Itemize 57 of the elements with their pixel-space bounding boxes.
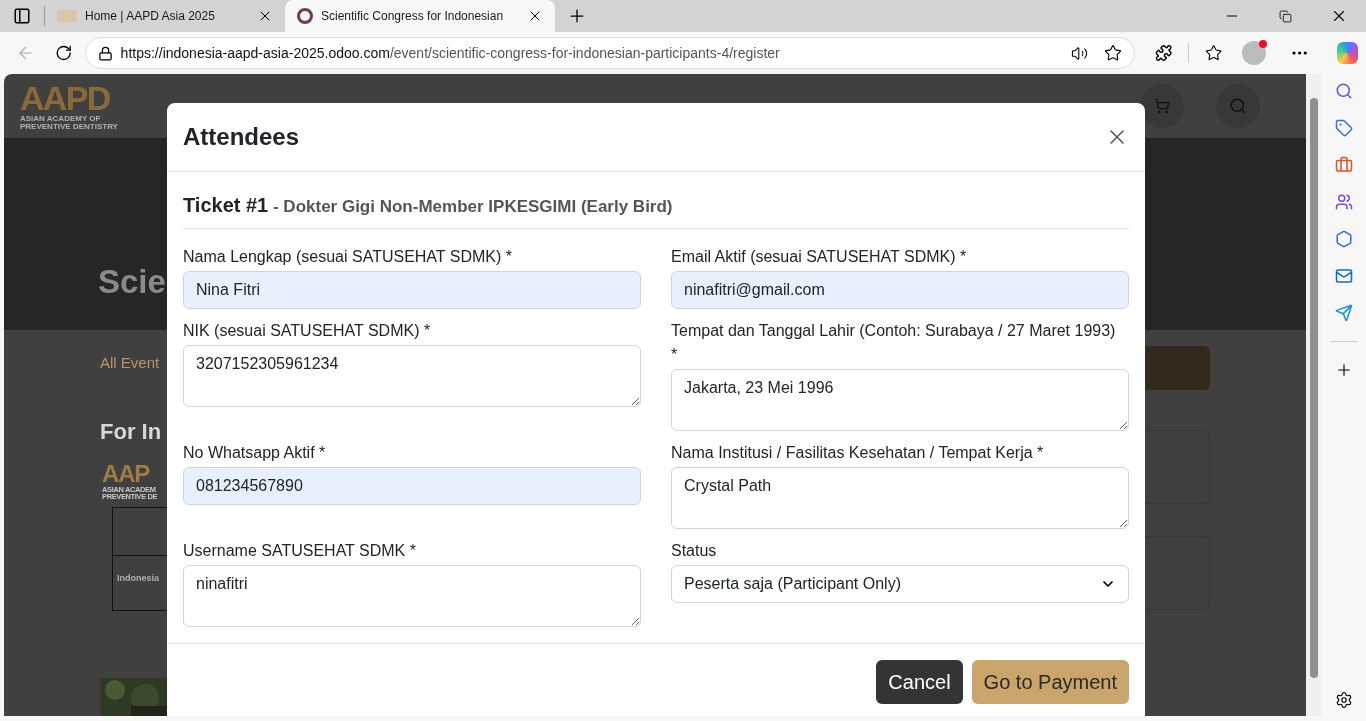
profile-avatar[interactable] (1242, 41, 1266, 65)
site-icon (297, 8, 313, 24)
tag-icon[interactable] (1335, 119, 1353, 137)
reload-icon[interactable] (55, 44, 73, 62)
section-heading: For In (100, 418, 162, 444)
input-field[interactable]: ninafitri@gmail.com (671, 271, 1129, 309)
text-area[interactable]: Crystal Path (671, 467, 1129, 529)
scrollbar-thumb[interactable] (1310, 98, 1318, 678)
mail-icon[interactable] (1335, 267, 1353, 285)
field-label: No Whatsapp Aktif * (183, 443, 327, 463)
cancel-button[interactable]: Cancel (876, 660, 963, 704)
modal-title: Attendees (183, 122, 300, 152)
field-label: * (671, 345, 679, 365)
copilot-icon[interactable] (1336, 42, 1358, 64)
hexagon-icon[interactable] (1335, 230, 1353, 248)
favorites-icon[interactable] (1205, 44, 1223, 62)
tab-actions-icon[interactable] (13, 7, 31, 25)
search-icon[interactable] (1335, 82, 1353, 100)
field-label: Status (671, 541, 718, 561)
poster-logo: AAP (102, 461, 150, 486)
payment-button[interactable]: Go to Payment (971, 660, 1129, 704)
select-field[interactable]: Peserta saja (Participant Only) (671, 565, 1129, 603)
text-area[interactable]: 3207152305961234 (183, 345, 641, 407)
field-label: Nama Institusi / Fasilitas Kesehatan / Tempat Kerja * (671, 443, 1045, 463)
cart-icon (1154, 98, 1170, 114)
breadcrumb-link[interactable]: All Event (100, 352, 160, 375)
tab-title: Scientific Congress for Indonesian (321, 8, 505, 25)
hero-title: Scie (98, 261, 166, 302)
extensions-icon[interactable] (1154, 44, 1173, 62)
field-label: NIK (sesuai SATUSEHAT SDMK) * (183, 321, 432, 341)
restore-icon[interactable] (1279, 9, 1292, 23)
ticket-heading: Ticket #1 - Dokter Gigi Non-Member IPKESGIMI (Early Bird) (183, 194, 673, 216)
site-logo[interactable]: AAPD ASIAN ACADEMY OF PREVENTIVE DENTISTRY (20, 81, 130, 131)
site-icon (57, 10, 77, 22)
input-field[interactable]: Nina Fitri (183, 271, 641, 309)
browser-tab[interactable]: Scientific Congress for Indonesian (285, 0, 555, 32)
address-bar[interactable]: https://indonesia-aapd-asia-2025.odoo.com/event/scientific-congress-for-indonesian-participants-4/register (84, 37, 1135, 69)
lock-icon (97, 45, 113, 61)
briefcase-icon[interactable] (1335, 156, 1353, 174)
read-aloud-icon[interactable] (1070, 44, 1088, 62)
search-icon (1229, 97, 1247, 115)
url-text: https://indonesia-aapd-asia-2025.odoo.com/event/scientific-congress-for-indonesian-participants-4/register (120, 43, 781, 63)
text-area[interactable]: Jakarta, 23 Mei 1996 (671, 369, 1129, 431)
people-icon[interactable] (1335, 193, 1353, 211)
tab-title: Home | AAPD Asia 2025 (85, 8, 216, 25)
settings-icon[interactable] (1335, 691, 1353, 709)
field-label: Email Aktif (sesuai SATUSEHAT SDMK) * (671, 247, 968, 267)
send-icon[interactable] (1335, 304, 1353, 322)
field-label: Tempat dan Tanggal Lahir (Contoh: Surabaya / 27 Maret 1993) (671, 321, 1117, 341)
browser-tab[interactable]: Home | AAPD Asia 2025 (45, 0, 285, 32)
favorite-icon[interactable] (1103, 44, 1122, 62)
input-field[interactable]: 081234567890 (183, 467, 641, 505)
field-label: Username SATUSEHAT SDMK * (183, 541, 417, 561)
text-area[interactable]: ninafitri (183, 565, 641, 627)
field-label: Nama Lengkap (sesuai SATUSEHAT SDMK) * (183, 247, 513, 267)
add-icon[interactable] (1335, 361, 1353, 379)
cart-button[interactable] (1140, 84, 1184, 128)
